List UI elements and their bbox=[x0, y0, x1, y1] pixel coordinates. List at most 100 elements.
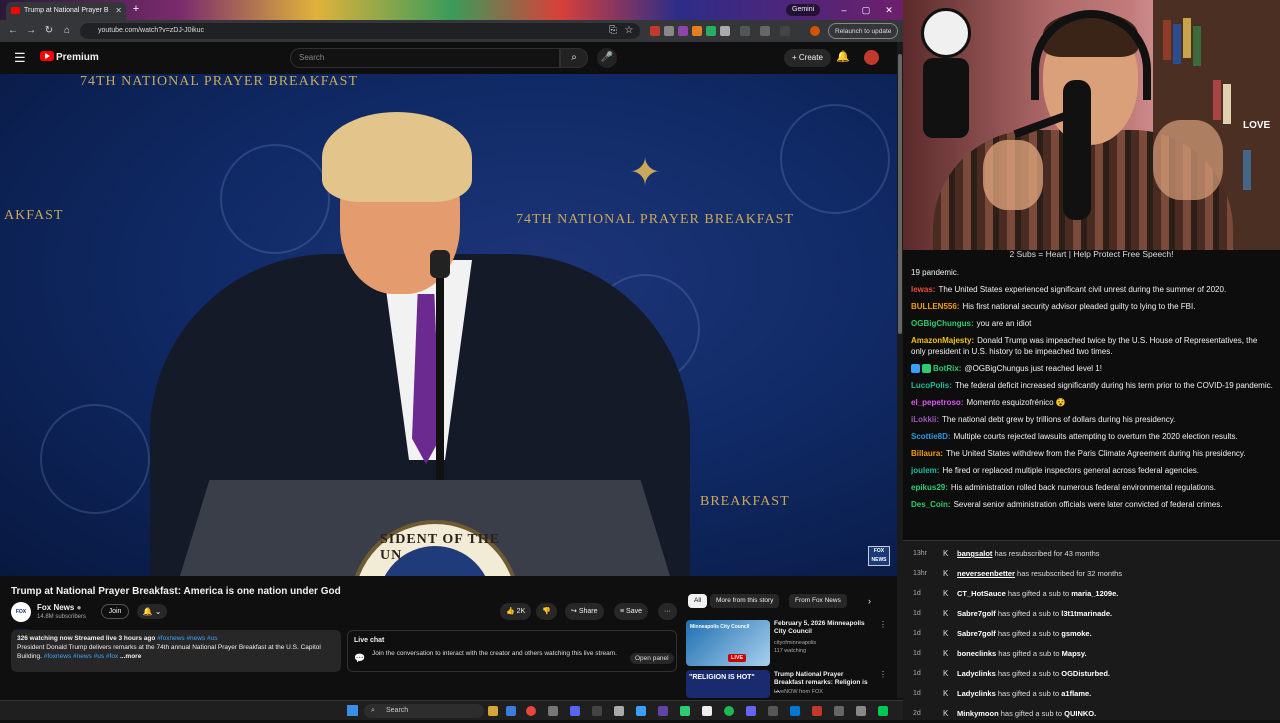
bookmark-star-icon[interactable]: ☆ bbox=[622, 24, 636, 38]
event-username[interactable]: boneclinks bbox=[957, 649, 996, 658]
create-button[interactable]: + Create bbox=[784, 49, 831, 67]
like-button[interactable]: 👍 2K bbox=[500, 603, 532, 620]
event-target-username[interactable]: maria_1209e. bbox=[1071, 589, 1118, 598]
save-button[interactable]: ≡ Save bbox=[614, 603, 648, 620]
app-icon[interactable] bbox=[592, 706, 602, 716]
app-icon[interactable] bbox=[878, 706, 888, 716]
chip-more-from-story[interactable]: More from this story bbox=[710, 594, 780, 608]
app-icon[interactable] bbox=[614, 706, 624, 716]
chat-username[interactable]: Des_Coin: bbox=[911, 500, 951, 509]
chrome-icon[interactable] bbox=[526, 706, 536, 716]
obs-icon[interactable] bbox=[702, 706, 712, 716]
event-username[interactable]: bangsalot bbox=[957, 549, 992, 558]
event-username[interactable]: Minkymoon bbox=[957, 709, 999, 718]
install-icon[interactable]: ⎘ bbox=[606, 24, 620, 38]
downloads-icon[interactable] bbox=[760, 26, 770, 36]
chat-username[interactable]: lewas: bbox=[911, 285, 935, 294]
event-target-username[interactable]: l3t1tmarinade. bbox=[1061, 609, 1112, 618]
minimize-button[interactable]: – bbox=[834, 2, 854, 18]
event-target-username[interactable]: gsmoke. bbox=[1061, 629, 1091, 638]
chat-username[interactable]: LucoPolis: bbox=[911, 381, 952, 390]
event-username[interactable]: Sabre7golf bbox=[957, 609, 996, 618]
youtube-premium-label[interactable]: Premium bbox=[56, 51, 99, 64]
chat-username[interactable]: Scottie8D: bbox=[911, 432, 951, 441]
event-target-username[interactable]: Mapsy. bbox=[1062, 649, 1087, 658]
event-username[interactable]: Sabre7golf bbox=[957, 629, 996, 638]
search-input[interactable]: Search bbox=[290, 48, 560, 68]
chat-username[interactable]: BotRix: bbox=[933, 364, 961, 373]
description-tags[interactable]: #foxnews #news #us #fox bbox=[44, 653, 118, 660]
join-button[interactable]: Join bbox=[101, 604, 129, 619]
more-vert-icon[interactable]: ⋮ bbox=[879, 670, 887, 679]
back-arrow-icon[interactable]: ← bbox=[6, 24, 20, 38]
event-username[interactable]: CT_HotSauce bbox=[957, 589, 1006, 598]
twitch-icon[interactable] bbox=[658, 706, 668, 716]
profile-avatar[interactable] bbox=[810, 26, 820, 36]
sidebar-icon[interactable] bbox=[780, 26, 790, 36]
app-icon[interactable] bbox=[680, 706, 690, 716]
relaunch-button[interactable]: Relaunch to update bbox=[828, 23, 899, 39]
app-icon[interactable] bbox=[790, 706, 800, 716]
event-target-username[interactable]: a1flame. bbox=[1061, 689, 1091, 698]
app-icon[interactable] bbox=[636, 706, 646, 716]
reload-icon[interactable]: ↻ bbox=[42, 24, 56, 38]
share-button[interactable]: ↪ Share bbox=[565, 603, 604, 620]
chat-username[interactable]: OGBigChungus: bbox=[911, 319, 974, 328]
new-tab-button[interactable]: + bbox=[130, 3, 142, 15]
extension-icon[interactable] bbox=[706, 26, 716, 36]
subscribe-bell-button[interactable]: 🔔 ⌄ bbox=[137, 604, 167, 619]
app-icon[interactable] bbox=[746, 706, 756, 716]
taskbar-search[interactable]: ⌕ Search bbox=[364, 704, 484, 718]
chat-username[interactable]: el_pepetroso: bbox=[911, 398, 963, 407]
url-field[interactable]: youtube.com/watch?v=zDJ-J0ikuc bbox=[80, 23, 640, 39]
home-icon[interactable]: ⌂ bbox=[60, 24, 74, 38]
extension-icon[interactable] bbox=[720, 26, 730, 36]
video-player[interactable]: 74TH NATIONAL PRAYER BREAKFAST 74TH NATI… bbox=[0, 74, 897, 576]
event-target-username[interactable]: QUINKO. bbox=[1064, 709, 1096, 718]
notifications-bell-icon[interactable]: 🔔 bbox=[836, 50, 850, 64]
app-icon[interactable] bbox=[834, 706, 844, 716]
description-box[interactable]: 326 watching now Streamed live 3 hours a… bbox=[11, 630, 341, 672]
app-icon[interactable] bbox=[812, 706, 822, 716]
windows-start-icon[interactable] bbox=[347, 705, 358, 716]
account-avatar[interactable] bbox=[864, 50, 879, 65]
chevron-right-icon[interactable]: › bbox=[868, 594, 871, 608]
description-more[interactable]: ...more bbox=[120, 653, 141, 660]
maximize-button[interactable]: ▢ bbox=[856, 2, 876, 18]
recommendation-thumbnail[interactable]: "RELIGION IS HOT" bbox=[686, 670, 770, 698]
extension-icon[interactable] bbox=[678, 26, 688, 36]
tab-active[interactable]: Trump at National Prayer B ✕ bbox=[6, 2, 126, 20]
extension-icon[interactable] bbox=[650, 26, 660, 36]
gemini-button[interactable]: Gemini bbox=[786, 4, 821, 16]
extensions-puzzle-icon[interactable] bbox=[740, 26, 750, 36]
extension-icon[interactable] bbox=[692, 26, 702, 36]
app-icon[interactable] bbox=[506, 706, 516, 716]
hamburger-menu-icon[interactable]: ☰ bbox=[14, 51, 26, 65]
event-username[interactable]: neverseenbetter bbox=[957, 569, 1015, 578]
search-icon[interactable]: ⌕ bbox=[560, 48, 588, 68]
scrollbar-thumb[interactable] bbox=[898, 54, 902, 334]
tab-close-icon[interactable]: ✕ bbox=[115, 2, 122, 20]
event-target-username[interactable]: OGDisturbed. bbox=[1061, 669, 1110, 678]
discord-icon[interactable] bbox=[570, 706, 580, 716]
channel-name[interactable]: Fox News ● bbox=[37, 603, 81, 613]
chip-all[interactable]: All bbox=[688, 594, 708, 608]
app-icon[interactable] bbox=[856, 706, 866, 716]
description-meta-tags[interactable]: #foxnews #news #us bbox=[157, 635, 217, 642]
extension-icon[interactable] bbox=[664, 26, 674, 36]
app-icon[interactable] bbox=[548, 706, 558, 716]
forward-arrow-icon[interactable]: → bbox=[24, 24, 38, 38]
open-panel-button[interactable]: Open panel bbox=[630, 653, 674, 664]
chat-username[interactable]: BULLEN556: bbox=[911, 302, 959, 311]
chat-username[interactable]: joulem: bbox=[911, 466, 939, 475]
dislike-button[interactable]: 👎 bbox=[536, 603, 557, 620]
chat-username[interactable]: AmazonMajesty: bbox=[911, 336, 974, 345]
event-username[interactable]: Ladyclinks bbox=[957, 689, 996, 698]
spotify-icon[interactable] bbox=[724, 706, 734, 716]
event-username[interactable]: Ladyclinks bbox=[957, 669, 996, 678]
more-actions-button[interactable]: ··· bbox=[658, 603, 677, 620]
channel-avatar[interactable]: FOX NEWS bbox=[11, 602, 31, 635]
close-window-button[interactable]: ✕ bbox=[879, 2, 899, 18]
chat-username[interactable]: Billaura: bbox=[911, 449, 943, 458]
file-explorer-icon[interactable] bbox=[488, 706, 498, 716]
